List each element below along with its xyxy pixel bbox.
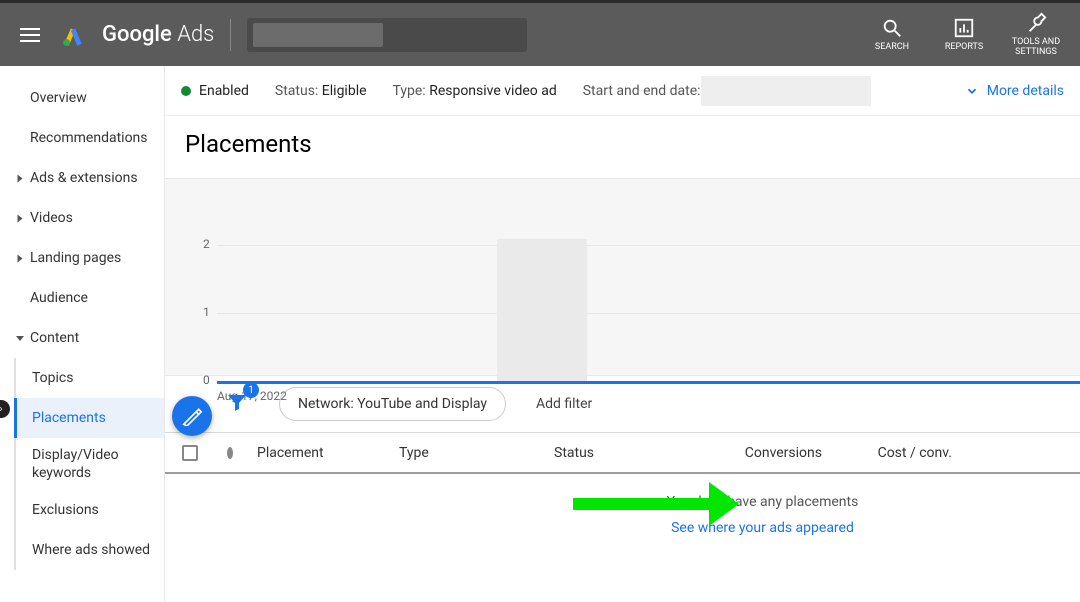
sidebar-subitem-placements[interactable]: Placements [14, 398, 164, 438]
sidebar-subitem-display-video-keywords[interactable]: Display/Video keywords [16, 438, 164, 490]
sidebar-item-content[interactable]: Content [0, 318, 164, 358]
col-cost-per-conv[interactable]: Cost / conv. [834, 445, 964, 461]
brand-text: Google Ads [102, 22, 214, 47]
col-status[interactable]: Status [542, 445, 704, 461]
select-all-checkbox[interactable] [182, 445, 198, 461]
sidebar: Overview Recommendations Ads & extension… [0, 66, 165, 602]
sidebar-subitem-topics[interactable]: Topics [16, 358, 164, 398]
status-enabled: Enabled [181, 83, 249, 99]
filter-chip-network[interactable]: Network: YouTube and Display [279, 387, 506, 421]
date-range: Start and end date: [583, 76, 871, 106]
ad-type: Type: Responsive video ad [393, 83, 557, 99]
sidebar-subitem-exclusions[interactable]: Exclusions [16, 490, 164, 530]
y-axis-tick: 0 [203, 373, 210, 387]
y-axis-tick: 1 [203, 305, 210, 319]
more-details-link[interactable]: More details [965, 83, 1064, 99]
sidebar-item-recommendations[interactable]: Recommendations [0, 118, 164, 158]
filter-count-badge: 1 [243, 382, 259, 398]
sidebar-item-overview[interactable]: Overview [0, 78, 164, 118]
enabled-dot-icon [181, 86, 191, 96]
date-range-value[interactable] [701, 76, 871, 106]
reports-button[interactable]: REPORTS [928, 17, 1000, 53]
info-bar: Enabled Status: Eligible Type: Responsiv… [165, 66, 1080, 116]
tools-settings-button[interactable]: TOOLS AND SETTINGS [1000, 12, 1072, 58]
chart-bar [497, 239, 587, 381]
add-filter-button[interactable]: Add filter [536, 396, 592, 412]
col-placement[interactable]: Placement [245, 445, 387, 461]
add-placement-fab[interactable] [172, 396, 212, 436]
y-axis-tick: 2 [203, 237, 210, 251]
sidebar-subitem-where-ads-showed[interactable]: Where ads showed [16, 530, 164, 570]
top-bar: Google Ads SEARCH REPORTS TOOLS AND SETT… [0, 3, 1080, 66]
menu-icon[interactable] [20, 28, 40, 42]
chart: 2 1 0 Aug 17, 2022 [165, 178, 1080, 376]
ad-status: Status: Eligible [275, 83, 367, 99]
table-header: Placement Type Status Conversions Cost /… [165, 432, 1080, 474]
account-picker[interactable] [247, 18, 527, 52]
filter-row: 1 Network: YouTube and Display Add filte… [165, 376, 1080, 432]
sidebar-item-audience[interactable]: Audience [0, 278, 164, 318]
col-conversions[interactable]: Conversions [704, 445, 834, 461]
col-type[interactable]: Type [387, 445, 542, 461]
annotation-arrow [573, 482, 739, 526]
empty-state: You don't have any placements See where … [165, 474, 1080, 536]
page-title: Placements [165, 116, 1080, 178]
sidebar-item-ads-extensions[interactable]: Ads & extensions [0, 158, 164, 198]
search-button[interactable]: SEARCH [856, 17, 928, 53]
sidebar-item-videos[interactable]: Videos [0, 198, 164, 238]
sidebar-item-landing-pages[interactable]: Landing pages [0, 238, 164, 278]
chart-baseline [217, 381, 1080, 384]
filter-icon[interactable]: 1 [225, 390, 249, 418]
status-dot-header [227, 447, 233, 459]
google-ads-logo [60, 22, 86, 48]
